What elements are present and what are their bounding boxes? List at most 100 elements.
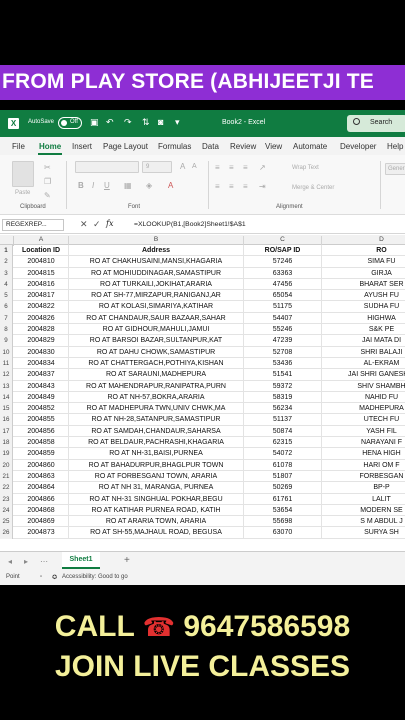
table-cell[interactable]: YASH FIL [322,426,405,437]
table-cell[interactable]: 65054 [244,290,322,302]
tab-review[interactable]: Review [230,142,256,151]
table-cell[interactable]: 57246 [244,256,322,268]
table-cell[interactable]: 2004856 [14,425,69,438]
table-cell[interactable]: 63363 [244,267,322,279]
table-cell[interactable]: AL-EKRAM [322,358,405,369]
row-number[interactable]: 22 [0,482,13,494]
copy-icon[interactable]: ❐ [44,177,51,186]
table-cell[interactable]: HARI OM F [322,460,405,471]
table-cell[interactable]: 51807 [244,470,322,483]
align-middle-icon[interactable]: ≡ [229,163,234,172]
table-cell[interactable]: 2004815 [14,267,69,279]
table-cell[interactable]: RO AT SH-77,MIRZAPUR,RANIGANJ,AR [69,290,244,302]
tab-help[interactable]: Help [387,142,403,151]
table-cell[interactable]: 55698 [244,516,322,528]
table-cell[interactable]: 2004816 [14,278,69,291]
table-cell[interactable]: 51541 [244,369,322,381]
table-cell[interactable]: 2004873 [14,527,69,539]
table-cell[interactable]: SHIV SHAMBH [322,381,405,392]
row-number[interactable]: 5 [0,290,13,302]
underline-icon[interactable]: U [104,181,110,190]
row-number[interactable]: 21 [0,470,13,483]
table-cell[interactable]: 2004837 [14,369,69,381]
table-cell[interactable]: SUDHA FU [322,301,405,312]
merge-center-button[interactable]: Merge & Center [292,185,334,191]
table-cell[interactable]: RO AT DAHU CHOWK,SAMASTIPUR [69,346,244,358]
row-number[interactable]: 26 [0,527,13,539]
table-cell[interactable]: 63070 [244,527,322,539]
table-cell[interactable]: 55246 [244,324,322,336]
name-box[interactable]: REGEXREP... [2,219,64,231]
enter-icon[interactable]: ✓ [93,219,101,230]
header-cell[interactable]: RO [322,245,405,256]
undo-icon[interactable]: ↶ [106,117,114,128]
table-cell[interactable]: RO AT SAMDAH,CHANDAUR,SAHARSA [69,425,244,438]
header-cell[interactable]: RO/SAP ID [244,245,322,257]
row-number[interactable]: 24 [0,504,13,517]
table-cell[interactable]: 2004826 [14,312,69,325]
table-cell[interactable]: 56234 [244,403,322,415]
table-cell[interactable]: 52708 [244,346,322,358]
table-cell[interactable]: 2004869 [14,516,69,528]
table-cell[interactable]: RO AT CHANDAUR,SAUR BAZAAR,SAHAR [69,312,244,325]
bold-icon[interactable]: B [78,181,84,190]
sort-icon[interactable]: ⇅ [142,117,150,128]
row-number[interactable]: 15 [0,403,13,415]
tab-page-layout[interactable]: Page Layout [103,142,148,151]
align-center-icon[interactable]: ≡ [229,182,234,191]
insert-function-icon[interactable]: fx [106,219,113,228]
camera-icon[interactable]: ◙ [158,117,163,127]
header-cell[interactable]: Address [69,245,244,257]
row-number[interactable]: 3 [0,267,13,279]
increase-font-icon[interactable]: A [180,162,185,171]
accessibility-status[interactable]: Accessibility: Good to go [62,574,128,580]
align-left-icon[interactable]: ≡ [215,182,220,191]
table-cell[interactable]: 47239 [244,335,322,347]
table-cell[interactable]: RO AT BELDAUR,PACHRASHI,KHAGARIA [69,437,244,449]
row-number[interactable]: 17 [0,425,13,438]
table-cell[interactable]: 50269 [244,482,322,494]
row-number[interactable]: 4 [0,278,13,291]
table-cell[interactable]: HENA HIGH [322,448,405,459]
cut-icon[interactable]: ✂ [44,163,51,172]
table-cell[interactable]: SURYA SH [322,527,405,538]
row-number[interactable]: 1 [0,245,13,257]
italic-icon[interactable]: I [92,181,94,190]
customize-qat-icon[interactable]: ▾ [175,117,180,128]
table-cell[interactable]: RO AT ARARIA TOWN, ARARIA [69,516,244,528]
table-cell[interactable]: RO AT GIDHOUR,MAHULI,JAMUI [69,324,244,336]
table-cell[interactable]: 2004852 [14,403,69,415]
table-cell[interactable]: 2004866 [14,493,69,505]
table-cell[interactable]: 2004828 [14,324,69,336]
table-cell[interactable]: UTECH FU [322,414,405,425]
table-cell[interactable]: 2004830 [14,346,69,358]
row-number[interactable]: 13 [0,380,13,392]
table-cell[interactable]: RO AT SH-55,MAJHAUL ROAD, BEGUSA [69,527,244,539]
sheet-tab[interactable]: Sheet1 [62,552,100,569]
wrap-text-button[interactable]: Wrap Text [292,165,319,171]
table-cell[interactable]: 61761 [244,493,322,505]
tab-insert[interactable]: Insert [72,142,92,151]
table-cell[interactable]: RO AT NH-28,SATANPUR,SAMASTIPUR [69,414,244,426]
row-number[interactable]: 6 [0,301,13,313]
tab-file[interactable]: File [12,142,25,151]
indent-icon[interactable]: ⇥ [259,182,266,191]
table-cell[interactable]: 2004859 [14,448,69,460]
prev-sheet-icon[interactable]: ◂ [8,557,12,566]
tab-developer[interactable]: Developer [340,142,376,151]
row-number[interactable]: 14 [0,391,13,404]
formula-input[interactable]: =XLOOKUP(B1,[Book2]Sheet1!$A$1 [134,221,246,228]
tab-home[interactable]: Home [39,142,61,151]
next-sheet-icon[interactable]: ▸ [24,557,28,566]
cancel-icon[interactable]: ✕ [80,219,88,230]
decrease-font-icon[interactable]: A [192,163,197,170]
autosave-toggle[interactable]: Off [58,117,82,129]
table-cell[interactable]: 58319 [244,391,322,404]
paste-icon[interactable] [12,161,34,187]
row-number[interactable]: 2 [0,256,13,268]
table-cell[interactable]: RO AT CHAKHUSAINI,MANSI,KHAGARIA [69,256,244,268]
table-cell[interactable]: JAI MATA DI [322,335,405,346]
tab-automate[interactable]: Automate [293,142,327,151]
table-cell[interactable]: RO AT NH-31 SINGHUAL POKHAR,BEGU [69,493,244,505]
table-cell[interactable]: 59372 [244,380,322,392]
